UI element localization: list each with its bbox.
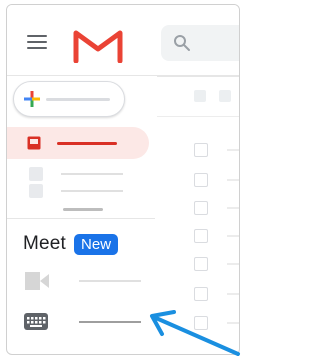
gmail-logo[interactable] bbox=[73, 29, 123, 63]
meet-item-join-meeting[interactable] bbox=[23, 310, 153, 334]
row-text-placeholder bbox=[227, 263, 239, 265]
compose-label-placeholder bbox=[46, 98, 110, 101]
row-text-placeholder bbox=[227, 149, 239, 151]
sidebar-divider bbox=[7, 218, 155, 219]
meet-item-start-meeting[interactable] bbox=[23, 269, 153, 293]
plus-icon bbox=[24, 91, 40, 107]
toolbar-divider bbox=[157, 116, 239, 117]
pointer-arrow-icon bbox=[150, 310, 240, 356]
app-header bbox=[7, 5, 239, 75]
sidebar-item-inbox[interactable] bbox=[7, 127, 149, 159]
gmail-window: Meet New bbox=[6, 4, 240, 355]
meet-item-label-placeholder bbox=[79, 280, 141, 282]
row-text-placeholder bbox=[227, 235, 239, 237]
row-text-placeholder bbox=[227, 293, 239, 295]
meet-section-header: Meet New bbox=[23, 233, 119, 259]
sidebar-item[interactable] bbox=[29, 167, 139, 183]
search-box[interactable] bbox=[161, 25, 239, 61]
row-checkbox[interactable] bbox=[194, 287, 208, 301]
row-checkbox[interactable] bbox=[194, 201, 208, 215]
select-all-checkbox[interactable] bbox=[194, 90, 206, 102]
row-text-placeholder bbox=[227, 207, 239, 209]
row-text-placeholder bbox=[227, 179, 239, 181]
row-checkbox[interactable] bbox=[194, 143, 208, 157]
new-badge: New bbox=[74, 233, 119, 255]
keyboard-icon bbox=[24, 313, 48, 330]
sidebar-item-icon bbox=[29, 167, 43, 181]
inbox-label-placeholder bbox=[57, 142, 117, 145]
row-checkbox[interactable] bbox=[194, 229, 208, 243]
meet-title: Meet bbox=[23, 233, 67, 254]
row-checkbox[interactable] bbox=[194, 257, 208, 271]
hamburger-menu-icon[interactable] bbox=[27, 35, 47, 51]
refresh-icon[interactable] bbox=[219, 90, 231, 102]
video-camera-icon bbox=[25, 272, 49, 290]
panel-resize-handle[interactable] bbox=[63, 208, 103, 211]
sidebar-item-label-placeholder bbox=[61, 190, 123, 192]
sidebar: Meet New bbox=[7, 76, 157, 354]
sidebar-item-label-placeholder bbox=[61, 173, 123, 175]
search-icon[interactable] bbox=[173, 34, 191, 52]
list-top-divider bbox=[157, 76, 239, 77]
inbox-icon bbox=[27, 136, 41, 150]
compose-button[interactable] bbox=[13, 81, 125, 117]
sidebar-item-icon bbox=[29, 184, 43, 198]
row-checkbox[interactable] bbox=[194, 173, 208, 187]
sidebar-item[interactable] bbox=[29, 184, 139, 200]
meet-item-label-placeholder bbox=[79, 321, 141, 323]
